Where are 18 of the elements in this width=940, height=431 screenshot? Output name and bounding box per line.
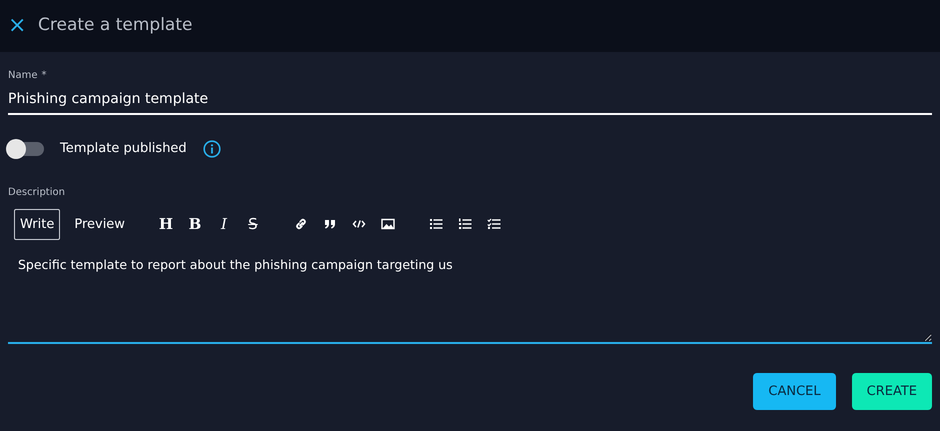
bold-button[interactable]: B (184, 213, 206, 236)
editor-tab[interactable]: Preview (68, 208, 131, 240)
heading-button[interactable]: H (154, 213, 177, 236)
strikethrough-button[interactable]: S (242, 213, 264, 236)
toggle-label: Template published (60, 140, 187, 158)
create-button[interactable]: CREATE (852, 372, 932, 410)
required-mark: * (42, 70, 47, 81)
editor-tab[interactable]: Write (14, 208, 60, 240)
cancel-button[interactable]: CANCEL (753, 372, 836, 410)
close-button[interactable]: × (8, 15, 24, 37)
field-label: Name (8, 70, 38, 81)
field-label: Description (8, 186, 66, 200)
name-field[interactable]: Phishing campaign template (8, 87, 932, 115)
italic-button[interactable]: I (212, 213, 235, 236)
window-title: Create a template (38, 14, 192, 38)
toggle-switch[interactable] (8, 142, 44, 156)
description-field[interactable]: Specific template to report about the phishing campaign targeting us (8, 248, 932, 344)
info-icon[interactable] (202, 140, 221, 158)
